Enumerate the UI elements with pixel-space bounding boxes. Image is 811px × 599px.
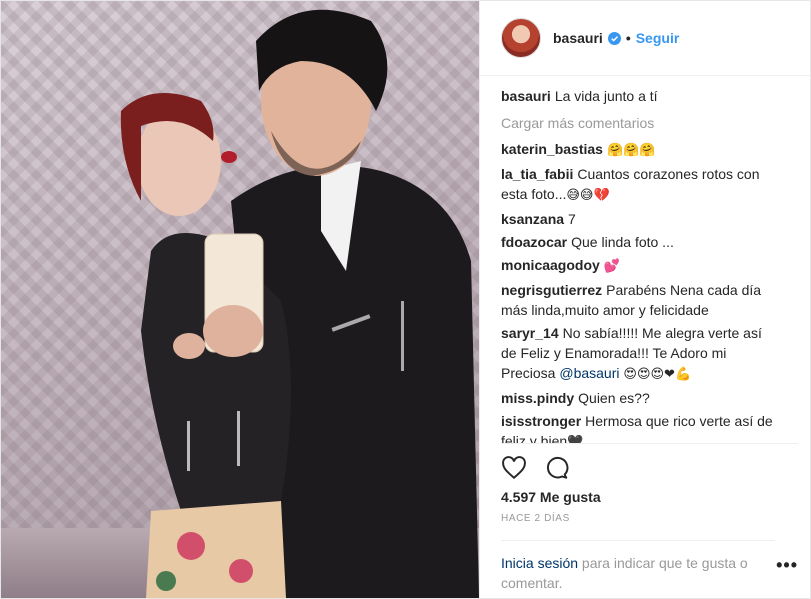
comment-emoji: 🖤 [567, 435, 584, 443]
post-header: basauri • Seguir [480, 1, 810, 76]
comment-text: Que linda foto ... [571, 234, 674, 250]
avatar[interactable] [501, 18, 541, 58]
comment-icon[interactable] [543, 455, 569, 481]
comment: miss.pindy Quien es?? [501, 388, 781, 408]
comments-list: basauri La vida junto a tí Cargar más com… [480, 76, 810, 443]
mention-link[interactable]: @basauri [559, 365, 619, 381]
comment: la_tia_fabii Cuantos corazones rotos con … [501, 164, 781, 206]
follow-button[interactable]: Seguir [636, 30, 680, 46]
instagram-post: basauri • Seguir basauri La vida junto a … [0, 0, 811, 599]
comment-username[interactable]: ksanzana [501, 211, 564, 227]
author-username[interactable]: basauri [553, 30, 603, 46]
comment: fdoazocar Que linda foto ... [501, 232, 781, 252]
comment-emoji: 🤗🤗🤗 [606, 143, 656, 158]
comment: ksanzana 7 [501, 209, 781, 229]
comment-username[interactable]: saryr_14 [501, 325, 559, 341]
separator-dot: • [625, 30, 631, 46]
verified-badge-icon [607, 31, 621, 45]
comment-username[interactable]: negrisgutierrez [501, 282, 602, 298]
post-date[interactable]: HACE 2 DÍAS [480, 505, 810, 524]
couple-selfie-illustration [120, 9, 479, 598]
post-sidebar: basauri • Seguir basauri La vida junto a … [479, 1, 810, 598]
login-link[interactable]: Inicia sesión [501, 555, 578, 571]
caption-username[interactable]: basauri [501, 88, 551, 104]
login-prompt: Inicia sesión para indicar que te gusta … [501, 540, 775, 593]
comment: isisstronger Hermosa que rico verte así d… [501, 411, 781, 443]
heart-icon[interactable] [501, 455, 527, 481]
likes-count[interactable]: 4.597 Me gusta [480, 483, 810, 505]
more-options-icon[interactable]: ••• [776, 555, 798, 576]
comment: monicaagodoy 💕 [501, 255, 781, 277]
comment-username[interactable]: isisstronger [501, 413, 581, 429]
comment-username[interactable]: miss.pindy [501, 390, 574, 406]
comment-text: Quien es?? [578, 390, 650, 406]
post-caption: basauri La vida junto a tí [501, 86, 781, 106]
comment-emoji: 😅😅💔 [566, 188, 610, 203]
comment: saryr_14 No sabía!!!!! Me alegra verte as… [501, 323, 781, 385]
comment-username[interactable]: katerin_bastias [501, 141, 603, 157]
comment: katerin_bastias 🤗🤗🤗 [501, 139, 781, 161]
comment-username[interactable]: monicaagodoy [501, 257, 600, 273]
load-more-comments-link[interactable]: Cargar más comentarios [501, 115, 798, 131]
comment-emoji: 💕 [603, 259, 620, 274]
comment-text: 7 [568, 211, 576, 227]
comment-username[interactable]: la_tia_fabii [501, 166, 573, 182]
comment: negrisgutierrez Parabéns Nena cada día má… [501, 280, 781, 320]
comment-emoji: 😍😍😍❤💪 [623, 367, 692, 382]
comment-username[interactable]: fdoazocar [501, 234, 567, 250]
post-actions [501, 443, 798, 483]
caption-text: La vida junto a tí [554, 88, 658, 104]
post-photo[interactable] [1, 1, 479, 598]
